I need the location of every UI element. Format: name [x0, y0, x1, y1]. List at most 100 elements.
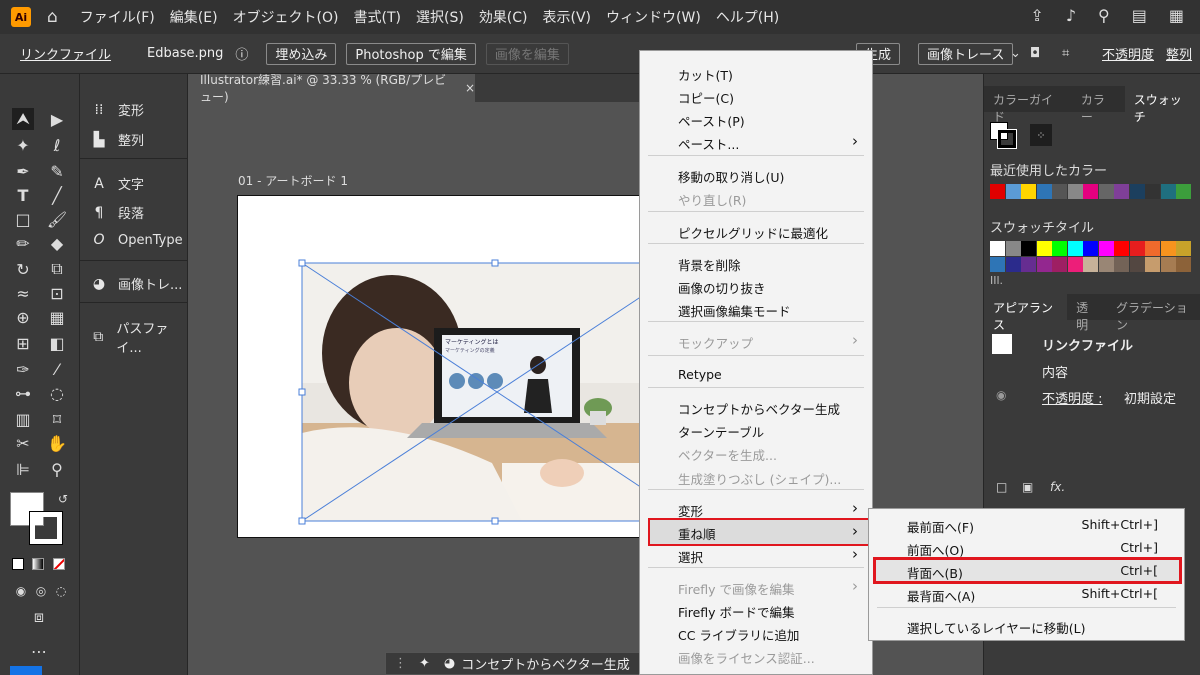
color-swatch[interactable]	[1176, 241, 1191, 256]
graph-tool-icon[interactable]: ▥	[12, 408, 34, 430]
context-menu-item[interactable]: Firefly で画像を編集 ›	[678, 579, 858, 598]
edit-image-button[interactable]: 画像を編集	[485, 42, 569, 65]
blend-tool-icon[interactable]: ⊶	[12, 382, 34, 404]
eye-icon[interactable]: ◉	[996, 388, 1006, 402]
context-menu-item[interactable]: モックアップ ›	[678, 333, 858, 352]
color-swatch[interactable]	[1021, 257, 1036, 272]
tab-gradient[interactable]: グラデーション	[1107, 294, 1200, 332]
menu-help[interactable]: ヘルプ(H)	[716, 7, 779, 27]
context-menu-item[interactable]: 背景を削除	[678, 255, 858, 274]
menu-window[interactable]: ウィンドウ(W)	[606, 7, 701, 27]
panel-align[interactable]: ▙ 整列	[90, 130, 144, 150]
fx-icon[interactable]: fx.	[1050, 480, 1065, 494]
tab-color[interactable]: カラー	[1072, 86, 1125, 124]
color-swatch[interactable]	[1067, 257, 1083, 272]
color-swatch[interactable]	[1067, 184, 1083, 199]
submenu-item[interactable]: 選択しているレイヤーに移動(L)	[907, 618, 1158, 637]
context-menu-item[interactable]: 選択画像編集モード	[678, 301, 858, 320]
magic-wand-icon[interactable]: ✦	[12, 134, 34, 156]
color-swatch[interactable]	[1160, 257, 1176, 272]
color-swatch[interactable]	[1036, 184, 1052, 199]
context-menu-item[interactable]: 書き出し用に追加 ›	[678, 671, 858, 675]
panel-pathfinder[interactable]: ⧉ パスファイ...	[90, 318, 187, 356]
image-trace-button[interactable]: 画像トレース	[918, 42, 1014, 65]
context-menu-item[interactable]: ペースト(P)	[678, 111, 858, 130]
recent-colors-row[interactable]	[990, 184, 1192, 199]
menu-select[interactable]: 選択(S)	[416, 7, 464, 27]
stroke-swatch[interactable]	[29, 511, 63, 545]
appearance-opacity-label[interactable]: 不透明度 :	[1042, 388, 1103, 407]
pen-tool-icon[interactable]: ✒	[12, 160, 34, 182]
panel-opentype[interactable]: O OpenType	[90, 232, 182, 248]
context-menu-item[interactable]: Firefly ボードで編集	[678, 602, 858, 621]
menu-view[interactable]: 表示(V)	[543, 7, 592, 27]
screen-mode-icon[interactable]: ⧈	[28, 606, 50, 628]
context-menu-item[interactable]: ペースト... ›	[678, 134, 858, 153]
color-swatch[interactable]	[1114, 184, 1129, 199]
color-swatch[interactable]	[1052, 184, 1067, 199]
paintbrush-icon[interactable]: 🖌	[46, 208, 68, 230]
color-swatch[interactable]	[990, 184, 1005, 199]
color-swatch[interactable]	[990, 257, 1005, 272]
color-swatch[interactable]	[1005, 184, 1021, 199]
color-swatch[interactable]	[1005, 257, 1021, 272]
measure-icon[interactable]: ⁄	[46, 358, 68, 380]
draw-inside-icon[interactable]: ◌	[50, 580, 72, 602]
context-menu-item[interactable]: ピクセルグリッドに最適化	[678, 223, 858, 242]
context-menu-item[interactable]: やり直し(R)	[678, 190, 858, 209]
color-swatch[interactable]	[1145, 257, 1160, 272]
free-transform-icon[interactable]: ⊡	[46, 282, 68, 304]
color-swatch[interactable]	[1129, 241, 1145, 256]
rotate-tool-icon[interactable]: ↻	[12, 258, 34, 280]
crop-icon[interactable]: ⌗	[1062, 46, 1069, 61]
context-menu-item[interactable]: カット(T)	[678, 65, 858, 84]
hand-tool-icon[interactable]: ✋	[46, 432, 68, 454]
workspace-icon[interactable]: ▤	[1132, 6, 1147, 25]
width-tool-icon[interactable]: ≈	[12, 282, 34, 304]
search-icon[interactable]: ⚲	[1098, 6, 1110, 25]
print-tiling-icon[interactable]: ⊫	[12, 458, 34, 480]
context-menu-item[interactable]: 生成塗りつぶし (シェイプ)...	[678, 469, 858, 488]
scale-tool-icon[interactable]: ⧉	[46, 258, 68, 280]
home-icon[interactable]: ⌂	[47, 7, 58, 27]
direct-selection-tool-icon[interactable]: ▶	[46, 108, 68, 130]
swatch-options-icon[interactable]: ⁘	[1030, 124, 1052, 146]
add-fill-icon[interactable]: ▣	[1022, 480, 1033, 494]
gradient-mode-icon[interactable]	[32, 558, 44, 570]
swatch-row-2[interactable]	[990, 257, 1192, 272]
panel-transform[interactable]: ⁞⁞ 変形	[90, 100, 144, 120]
menu-file[interactable]: ファイル(F)	[80, 7, 155, 27]
shape-builder-icon[interactable]: ⊕	[12, 306, 34, 328]
edit-toolbar-button[interactable]	[10, 666, 42, 675]
color-swatch[interactable]	[1129, 184, 1145, 199]
context-menu-item[interactable]: 移動の取り消し(U)	[678, 167, 858, 186]
color-swatch[interactable]	[1098, 241, 1114, 256]
grip-icon[interactable]: ⋮	[394, 656, 407, 671]
context-menu-item[interactable]: 画像をライセンス認証...	[678, 648, 858, 667]
color-mode-icon[interactable]	[12, 558, 24, 570]
color-swatch[interactable]	[1036, 257, 1052, 272]
appearance-content-label[interactable]: 内容	[1042, 362, 1068, 381]
color-swatch[interactable]	[1098, 184, 1114, 199]
eraser-icon[interactable]: ◆	[46, 232, 68, 254]
color-swatch[interactable]	[1160, 241, 1176, 256]
mask-icon[interactable]: ◘	[1030, 46, 1040, 61]
panel-layout-icon[interactable]: ▦	[1169, 6, 1184, 25]
tab-appearance[interactable]: アピアランス	[984, 294, 1068, 332]
lasso-icon[interactable]: ℓ	[46, 134, 68, 156]
tab-swatches[interactable]: スウォッチ	[1124, 86, 1200, 124]
rectangle-tool-icon[interactable]: □	[12, 208, 34, 230]
menu-type[interactable]: 書式(T)	[354, 7, 401, 27]
swap-colors-icon[interactable]: ↺	[52, 488, 74, 510]
color-swatch[interactable]	[1052, 257, 1067, 272]
color-swatch[interactable]	[1036, 241, 1052, 256]
color-swatch[interactable]	[1083, 257, 1098, 272]
add-stroke-icon[interactable]: □	[996, 480, 1007, 494]
opacity-link[interactable]: 不透明度	[1102, 44, 1154, 63]
color-swatch[interactable]	[1083, 241, 1098, 256]
curvature-tool-icon[interactable]: ✎	[46, 160, 68, 182]
selection-tool-icon[interactable]: ⮝	[12, 108, 34, 130]
link-file-label[interactable]: リンクファイル	[20, 44, 111, 63]
zoom-tool-icon[interactable]: ⚲	[46, 458, 68, 480]
context-menu-item[interactable]: 重ね順 ›	[678, 524, 858, 543]
